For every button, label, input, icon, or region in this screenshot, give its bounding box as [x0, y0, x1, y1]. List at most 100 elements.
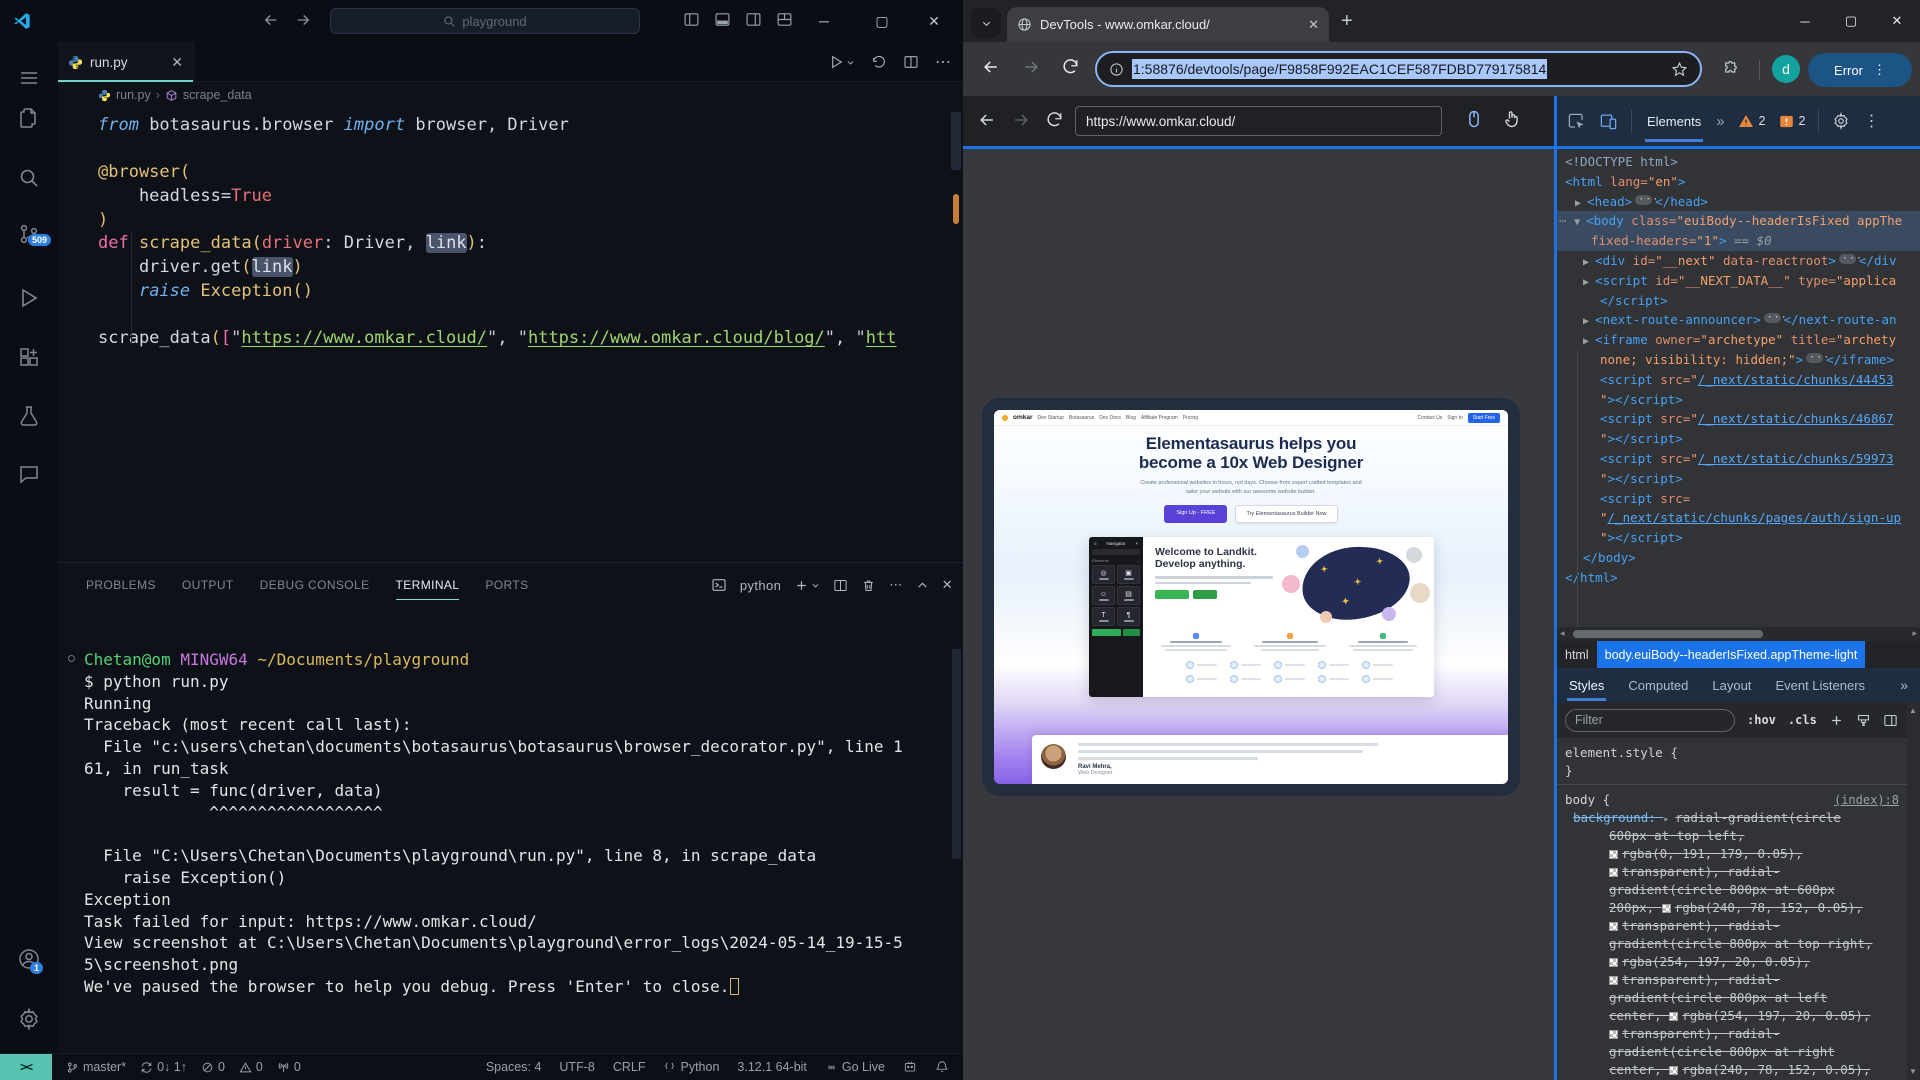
- panel-close-icon[interactable]: ✕: [942, 577, 953, 593]
- nav-item[interactable]: Blog: [1126, 415, 1136, 421]
- panel-more-icon[interactable]: ⋯: [889, 577, 902, 593]
- bookmark-star-icon[interactable]: [1671, 61, 1688, 78]
- remote-indicator[interactable]: ><: [0, 1054, 52, 1080]
- forward-icon[interactable]: [1021, 57, 1041, 77]
- tab-terminal[interactable]: TERMINAL: [396, 578, 460, 592]
- issues-icon[interactable]: [1779, 114, 1794, 129]
- crumb-body-selected[interactable]: body.euiBody--headerIsFixed.appTheme-lig…: [1597, 641, 1866, 668]
- dom-node-line[interactable]: <!DOCTYPE html>: [1557, 152, 1920, 172]
- search-icon[interactable]: [17, 166, 41, 190]
- language-item[interactable]: Python: [663, 1060, 719, 1074]
- nav-contact[interactable]: Contact Us: [1417, 415, 1442, 421]
- rendering-brush-icon[interactable]: [1856, 713, 1871, 728]
- dom-node-line[interactable]: "></script>: [1557, 469, 1920, 489]
- terminal-line[interactable]: Exception: [84, 889, 947, 911]
- window-close-button[interactable]: ✕: [911, 0, 957, 42]
- tab-output[interactable]: OUTPUT: [182, 578, 234, 592]
- reload-icon[interactable]: [1061, 57, 1080, 76]
- code-line[interactable]: scrape_data(["https://www.omkar.cloud/",…: [98, 327, 949, 351]
- settings-gear-icon[interactable]: [17, 1007, 41, 1031]
- terminal-line[interactable]: Running: [84, 693, 947, 715]
- terminal-scrollbar[interactable]: [952, 649, 961, 859]
- extensions-icon[interactable]: [17, 346, 41, 370]
- nav-item[interactable]: Pricing: [1183, 415, 1198, 421]
- run-debug-icon[interactable]: [17, 286, 41, 310]
- devtools-settings-icon[interactable]: [1832, 112, 1850, 130]
- devtools-menu-kebab-icon[interactable]: ⋮: [1863, 111, 1879, 131]
- nav-item[interactable]: Affiliate Program: [1141, 415, 1178, 421]
- terminal[interactable]: Chetan@om MINGW64 ~/Documents/playground…: [58, 649, 947, 1053]
- nav-item[interactable]: Dev Docs: [1099, 415, 1121, 421]
- dom-node-line[interactable]: fixed-headers="1"> == $0: [1557, 231, 1920, 251]
- indentation-item[interactable]: Spaces: 4: [486, 1060, 542, 1074]
- dom-node-line[interactable]: ▶ <script id="__NEXT_DATA__" type="appli…: [1557, 271, 1920, 291]
- tab-event-listeners[interactable]: Event Listeners: [1775, 678, 1865, 693]
- dom-node-line[interactable]: ▶ <next-route-announcer></next-route-an: [1557, 310, 1920, 330]
- git-branch-item[interactable]: master*: [66, 1060, 126, 1074]
- tab-run-py[interactable]: run.py ✕: [58, 42, 194, 82]
- dom-node-line[interactable]: <script src="/_next/static/chunks/59973: [1557, 449, 1920, 469]
- back-icon[interactable]: [981, 57, 1001, 77]
- errors-item[interactable]: 0: [201, 1060, 225, 1074]
- dom-node-line[interactable]: "></script>: [1557, 528, 1920, 548]
- address-bar[interactable]: 1:58876/devtools/page/F9858F992EAC1CEF58…: [1095, 51, 1702, 87]
- code-line[interactable]: raise Exception(): [98, 280, 949, 304]
- css-declaration-line[interactable]: background: ▸ radial-gradient(circle: [1557, 809, 1907, 827]
- scroll-left-icon[interactable]: ◂: [1560, 628, 1565, 639]
- split-terminal-icon[interactable]: [833, 578, 848, 593]
- dom-tree[interactable]: <!DOCTYPE html><html lang="en">▶ <head><…: [1557, 149, 1920, 627]
- go-live-item[interactable]: Go Live: [825, 1060, 885, 1074]
- css-declaration-line[interactable]: gradient(circle 800px at right: [1557, 1043, 1907, 1061]
- dom-node-line[interactable]: none; visibility: hidden;"></iframe>: [1557, 350, 1920, 370]
- interpreter-item[interactable]: 3.12.1 64-bit: [737, 1060, 807, 1074]
- devtools-dock-divider[interactable]: [1554, 96, 1557, 1080]
- dom-node-line[interactable]: <script src="/_next/static/chunks/44453: [1557, 370, 1920, 390]
- emulated-web-page[interactable]: omkar Dev Startup Botasaurus Dev Docs Bl…: [994, 410, 1508, 784]
- tab-close-icon[interactable]: ✕: [1308, 17, 1319, 33]
- ports-item[interactable]: 0: [277, 1060, 301, 1074]
- terminal-line[interactable]: $ python run.py: [84, 671, 947, 693]
- dom-node-line[interactable]: ▶ <head></head>: [1557, 192, 1920, 212]
- terminal-line[interactable]: We've paused the browser to help you deb…: [84, 976, 947, 998]
- pseudo-hov-toggle[interactable]: :hov: [1747, 713, 1776, 727]
- menu-icon[interactable]: [17, 66, 41, 90]
- start-free-button[interactable]: Start Free: [1468, 413, 1500, 423]
- scroll-up-icon[interactable]: ▲: [1909, 706, 1917, 715]
- toggle-sidebar-icon[interactable]: [683, 11, 700, 28]
- dom-node-line[interactable]: ▶ <div id="__next" data-reactroot></div: [1557, 251, 1920, 271]
- profile-error-button[interactable]: Error ⋮: [1808, 53, 1912, 87]
- css-declaration-line[interactable]: gradient(circle 800px at top right,: [1557, 935, 1907, 953]
- new-tab-button[interactable]: +: [1341, 10, 1353, 33]
- panel-maximize-icon[interactable]: [916, 579, 929, 592]
- extension-icon[interactable]: [1722, 60, 1740, 78]
- split-editor-icon[interactable]: [903, 54, 919, 70]
- shell-name[interactable]: python: [740, 578, 781, 593]
- terminal-line[interactable]: View screenshot at C:\Users\Chetan\Docum…: [84, 932, 947, 954]
- tab-debug-console[interactable]: DEBUG CONSOLE: [260, 578, 370, 592]
- explorer-icon[interactable]: [17, 106, 41, 130]
- scrollbar-thumb[interactable]: [1573, 630, 1763, 638]
- toggle-panel-icon[interactable]: [714, 11, 731, 28]
- nav-signin[interactable]: Sign In: [1447, 415, 1463, 421]
- history-forward-icon[interactable]: [294, 11, 312, 29]
- terminal-line[interactable]: result = func(driver, data): [84, 780, 947, 802]
- css-declaration-line[interactable]: rgba(254, 197, 20, 0.05),: [1557, 953, 1907, 971]
- dom-node-line[interactable]: <script src="/_next/static/chunks/46867: [1557, 409, 1920, 429]
- touch-mode-icon[interactable]: [1502, 109, 1522, 129]
- inspect-element-icon[interactable]: [1567, 112, 1586, 131]
- tab-styles[interactable]: Styles: [1569, 678, 1604, 693]
- dom-node-line[interactable]: "></script>: [1557, 390, 1920, 410]
- dom-node-line[interactable]: "></script>: [1557, 429, 1920, 449]
- url-text-selected[interactable]: 1:58876/devtools/page/F9858F992EAC1CEF58…: [1132, 59, 1547, 79]
- screencast-forward-icon[interactable]: [1011, 110, 1031, 130]
- styles-pane[interactable]: element.style { } body { (index):8 backg…: [1557, 738, 1907, 1080]
- signup-button[interactable]: Sign Up - FREE: [1164, 505, 1227, 523]
- code-line[interactable]: from botasaurus.browser import browser, …: [98, 114, 949, 138]
- nav-item[interactable]: Botasaurus: [1069, 415, 1094, 421]
- code-line[interactable]: def scrape_data(driver: Driver, link):: [98, 232, 949, 256]
- stylesheet-source-link[interactable]: (index):8: [1834, 791, 1899, 809]
- browser-tab[interactable]: DevTools - www.omkar.cloud/ ✕: [1007, 7, 1329, 42]
- css-declaration-line[interactable]: gradient(circle 800px at left: [1557, 989, 1907, 1007]
- terminal-line[interactable]: [84, 823, 947, 845]
- dom-node-line[interactable]: ⋯ ▼ <body class="euiBody--headerIsFixed …: [1557, 211, 1920, 231]
